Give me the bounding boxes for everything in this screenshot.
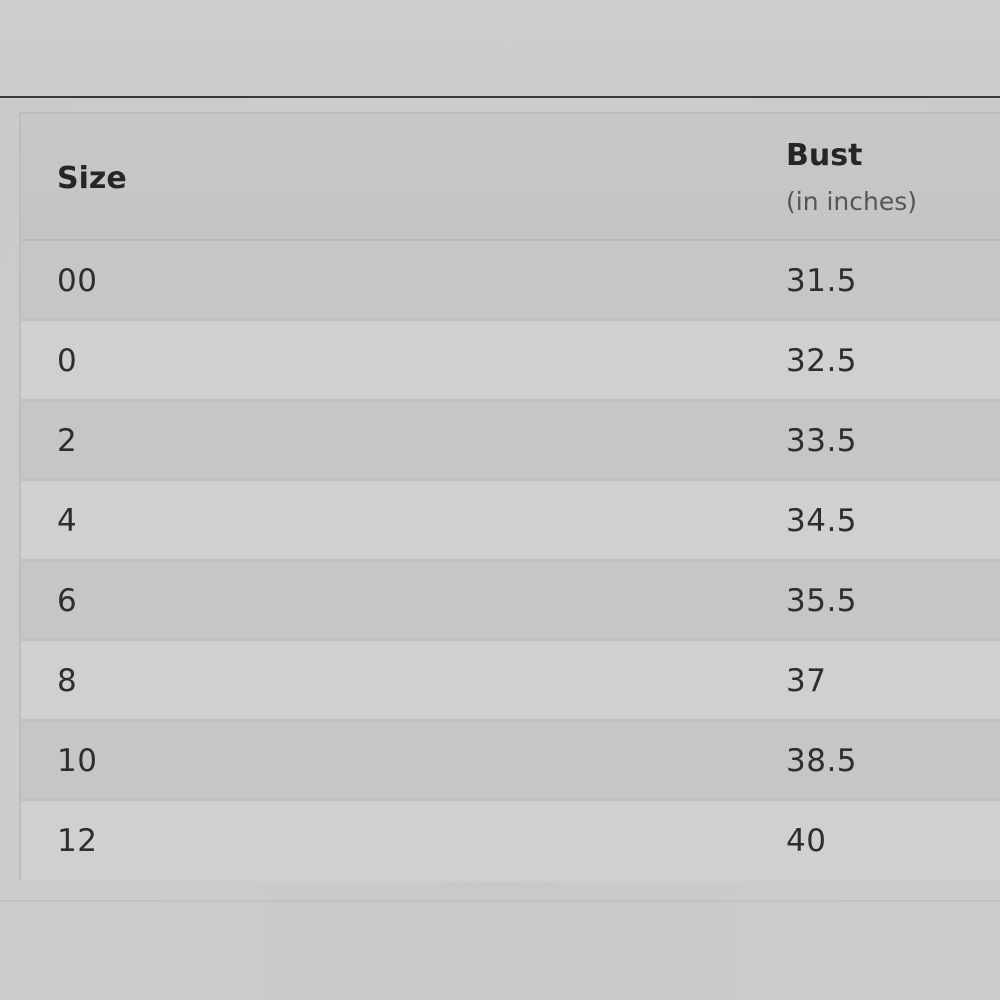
table-row: 0 32.5 bbox=[21, 321, 1000, 401]
bust-cell: 35.5 bbox=[786, 583, 858, 619]
bust-cell: 34.5 bbox=[786, 503, 858, 539]
table-row: 4 34.5 bbox=[21, 481, 1000, 561]
bust-cell: 40 bbox=[786, 823, 827, 859]
bust-cell: 33.5 bbox=[786, 423, 858, 459]
bust-column-header: Bust bbox=[786, 138, 863, 173]
bottom-divider bbox=[0, 900, 1000, 902]
size-cell: 10 bbox=[57, 743, 98, 779]
page: Size Bust (in inches) 00 31.5 0 32.5 2 3… bbox=[0, 0, 1000, 1000]
size-cell: 12 bbox=[57, 823, 98, 859]
top-band bbox=[0, 0, 1000, 96]
size-cell: 8 bbox=[57, 663, 78, 699]
size-cell: 4 bbox=[57, 503, 78, 539]
top-divider bbox=[0, 96, 1000, 98]
table-header-row: Size Bust (in inches) bbox=[21, 114, 1000, 241]
table-row: 2 33.5 bbox=[21, 401, 1000, 481]
table-row: 10 38.5 bbox=[21, 721, 1000, 801]
size-cell: 00 bbox=[57, 263, 98, 299]
bust-cell: 31.5 bbox=[786, 263, 858, 299]
table-row: 00 31.5 bbox=[21, 241, 1000, 321]
size-column-header: Size bbox=[57, 161, 127, 196]
size-cell: 0 bbox=[57, 343, 78, 379]
bust-cell: 38.5 bbox=[786, 743, 858, 779]
size-cell: 2 bbox=[57, 423, 78, 459]
bust-cell: 32.5 bbox=[786, 343, 858, 379]
table-row: 6 35.5 bbox=[21, 561, 1000, 641]
size-chart-table: Size Bust (in inches) 00 31.5 0 32.5 2 3… bbox=[19, 112, 1000, 881]
table-row: 8 37 bbox=[21, 641, 1000, 721]
table-row: 12 40 bbox=[21, 801, 1000, 881]
bust-unit-label: (in inches) bbox=[786, 187, 918, 216]
size-cell: 6 bbox=[57, 583, 78, 619]
bust-cell: 37 bbox=[786, 663, 827, 699]
